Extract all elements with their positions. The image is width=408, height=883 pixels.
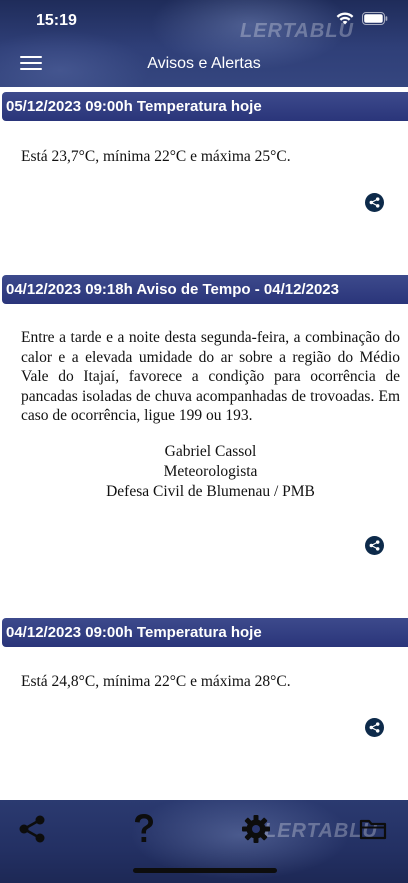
share-button[interactable] [365,193,384,212]
notice-header: 04/12/2023 09:18h Aviso de Tempo - 04/12… [2,275,408,304]
notice-body: Está 23,7°C, mínima 22°C e máxima 25°C. [21,148,291,165]
page-title: Avisos e Alertas [147,55,261,72]
signature-name: Gabriel Cassol [164,443,257,460]
notice-body: Está 24,8°C, mínima 22°C e máxima 28°C. [21,673,291,690]
notice-header: 05/12/2023 09:00h Temperatura hoje [2,92,408,121]
share-icon [369,540,380,551]
settings-tab-button[interactable] [239,812,273,846]
share-button[interactable] [365,718,384,737]
folder-tab-button[interactable] [356,812,390,846]
help-tab-button[interactable] [127,812,161,846]
notice-signature: Gabriel Cassol Meteorologista Defesa Civ… [21,442,400,502]
settings-icon [242,815,270,843]
share-icon [369,722,380,733]
share-icon [19,815,45,843]
status-time: 15:19 [36,12,77,29]
battery-icon [362,12,388,30]
signature-role: Meteorologista [163,463,258,480]
home-indicator[interactable] [133,868,277,873]
top-bar: 15:19 LERTABLU Avisos e Alertas [0,0,408,87]
notices-list[interactable]: 05/12/2023 09:00h Temperatura hoje Está … [0,87,408,800]
status-icons [336,12,388,30]
share-button[interactable] [365,536,384,555]
folder-icon [359,819,387,840]
notice-body: Entre a tarde e a noite desta segunda-fe… [21,329,400,424]
wifi-icon [336,12,354,30]
notice-header: 04/12/2023 09:00h Temperatura hoje [2,618,408,647]
signature-org: Defesa Civil de Blumenau / PMB [106,483,315,500]
help-icon [135,814,153,842]
share-tab-button[interactable] [15,812,49,846]
share-icon [369,197,380,208]
